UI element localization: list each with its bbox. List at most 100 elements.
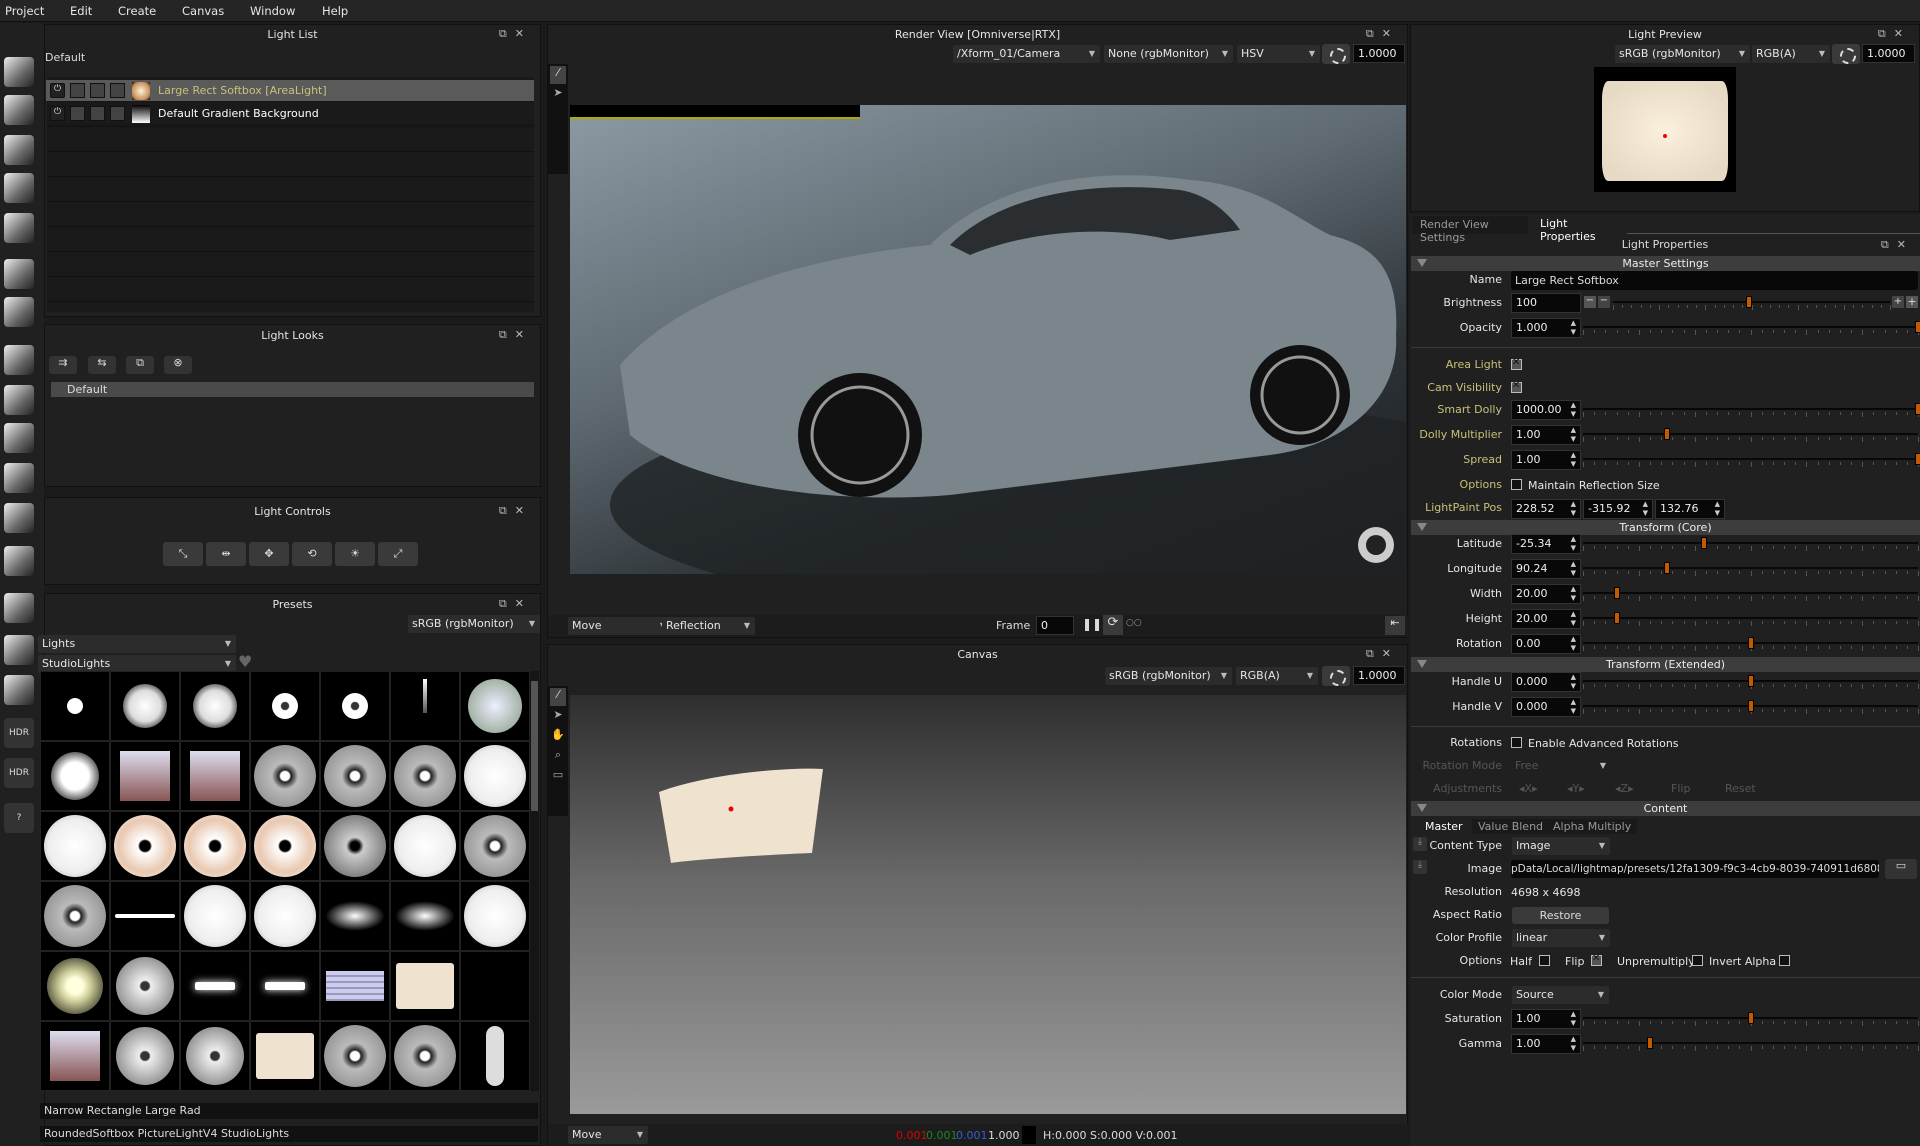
value-slider[interactable] — [1583, 562, 1919, 576]
preset-thumbnail[interactable] — [40, 741, 110, 811]
move-xy-control-icon[interactable]: ⤡ — [163, 542, 203, 566]
increase-button[interactable]: + — [1892, 296, 1904, 308]
folder-icon[interactable]: ▭ — [1885, 859, 1917, 879]
tool-icon-3[interactable] — [4, 135, 34, 165]
tool-icon-14[interactable] — [4, 593, 34, 623]
value-slider[interactable] — [1583, 612, 1919, 626]
preset-thumbnail[interactable] — [250, 951, 320, 1021]
preset-thumbnail[interactable] — [110, 1021, 180, 1091]
slider-thumb[interactable] — [1663, 562, 1670, 574]
slider-thumb[interactable] — [1747, 637, 1754, 649]
invert-alpha-checkbox[interactable] — [1779, 955, 1790, 966]
lightpaint-pos-field[interactable]: 228.52 ▲ ▼ — [1511, 499, 1581, 519]
power-icon[interactable]: ⏻ — [50, 106, 65, 121]
spinner-arrows-icon[interactable]: ▲ ▼ — [1571, 426, 1576, 444]
preview-channels-dropdown[interactable]: RGB(A) — [1752, 45, 1830, 63]
exposure-field[interactable]: 1.0000 — [1353, 44, 1405, 63]
property-value-field[interactable]: 0.000 ▲ ▼ — [1511, 672, 1581, 692]
pointer-tool-icon[interactable]: ➤ — [550, 86, 566, 104]
panel-float-close-buttons[interactable]: ⧉✕ — [499, 504, 532, 518]
spinner-arrows-icon[interactable]: ▲ ▼ — [1571, 451, 1576, 469]
select-icon[interactable] — [90, 83, 105, 98]
brightness-control-icon[interactable]: ☀ — [335, 542, 375, 566]
panel-float-close-buttons[interactable]: ⧉✕ — [499, 328, 532, 342]
value-slider[interactable] — [1583, 321, 1920, 335]
property-value-field[interactable]: 1000.00 ▲ ▼ — [1511, 400, 1581, 420]
menu-window[interactable]: Window — [250, 4, 295, 18]
preset-category-dropdown[interactable]: Lights — [38, 635, 236, 653]
section-header[interactable]: Content — [1411, 801, 1920, 816]
preset-thumbnail[interactable] — [180, 1021, 250, 1091]
preset-thumbnail[interactable] — [320, 881, 390, 951]
preset-thumbnail[interactable] — [460, 741, 530, 811]
preset-thumbnail[interactable] — [180, 951, 250, 1021]
preset-thumbnail[interactable] — [40, 671, 110, 741]
menu-help[interactable]: Help — [322, 4, 348, 18]
value-slider[interactable] — [1583, 637, 1919, 651]
decrease-button[interactable]: − — [1598, 296, 1610, 308]
aperture-icon[interactable] — [1322, 666, 1350, 686]
light-list-item[interactable]: ⏻ Large Rect Softbox [AreaLight] — [46, 80, 534, 102]
panel-float-close-buttons[interactable]: ⧉✕ — [499, 27, 532, 41]
spinner-arrows-icon[interactable]: ▲ ▼ — [1571, 319, 1576, 337]
canvas-color-space-dropdown[interactable]: sRGB (rgbMonitor) — [1105, 667, 1232, 685]
content-type-dropdown[interactable]: Image — [1512, 837, 1610, 855]
adjust-adj_z-stepper[interactable]: ◂Z▸ — [1615, 782, 1634, 795]
maintain-reflection-checkbox[interactable] — [1511, 479, 1522, 490]
property-value-field[interactable]: 1.00 ▲ ▼ — [1511, 450, 1581, 470]
cam-visibility-checkbox[interactable] — [1511, 380, 1522, 393]
tool-icon-7[interactable] — [4, 297, 34, 327]
refresh-icon[interactable]: ⟳ — [1103, 615, 1123, 635]
spinner-arrows-icon[interactable]: ▲ ▼ — [1571, 560, 1576, 578]
increase-large-button[interactable]: + — [1906, 296, 1918, 308]
duplicate-look-button[interactable]: ⇆ — [88, 356, 116, 374]
preset-thumbnail[interactable] — [180, 671, 250, 741]
spinner-arrows-icon[interactable]: ▲ ▼ — [1571, 1010, 1576, 1028]
frame-field[interactable]: 0 — [1036, 616, 1074, 635]
value-slider[interactable] — [1583, 1037, 1919, 1051]
slider-thumb[interactable] — [1613, 612, 1620, 624]
tool-icon-19[interactable]: ? — [4, 803, 34, 833]
half-checkbox[interactable] — [1539, 955, 1550, 966]
slider-thumb[interactable] — [1647, 1037, 1653, 1049]
pointer-tool-icon[interactable]: ➤ — [550, 708, 566, 726]
panel-float-close-buttons[interactable]: ⧉✕ — [499, 597, 532, 611]
power-icon[interactable]: ⏻ — [50, 83, 65, 98]
canvas-exposure-field[interactable]: 1.0000 — [1353, 666, 1405, 685]
preset-thumbnail[interactable] — [460, 951, 530, 1021]
slider-thumb[interactable] — [1700, 537, 1707, 549]
spinner-arrows-icon[interactable]: ▲ ▼ — [1571, 585, 1576, 603]
preset-thumbnail[interactable] — [180, 741, 250, 811]
preset-thumbnail[interactable] — [390, 881, 460, 951]
slider-thumb[interactable] — [1747, 1012, 1754, 1024]
property-value-field[interactable]: -25.34 ▲ ▼ — [1511, 534, 1581, 554]
look-item[interactable]: Default — [51, 382, 534, 397]
content-tab[interactable]: Master — [1419, 819, 1469, 834]
preset-thumbnail[interactable] — [320, 951, 390, 1021]
lock-icon[interactable] — [110, 83, 125, 98]
preset-thumbnail[interactable] — [180, 811, 250, 881]
preset-thumbnail[interactable] — [390, 811, 460, 881]
preset-thumbnail[interactable] — [250, 671, 320, 741]
tool-icon-8[interactable] — [4, 345, 34, 375]
property-value-field[interactable]: 1.00 ▲ ▼ — [1511, 1009, 1581, 1029]
tool-icon-2[interactable] — [4, 95, 34, 125]
solo-icon[interactable] — [70, 83, 85, 98]
brightness-slider[interactable] — [1613, 296, 1891, 310]
spinner-arrows-icon[interactable]: ▲ ▼ — [1571, 401, 1576, 419]
property-value-field[interactable]: 20.00 ▲ ▼ — [1511, 584, 1581, 604]
move-all-control-icon[interactable]: ✥ — [249, 542, 289, 566]
lightpaint-pos-field[interactable]: 132.76 ▲ ▼ — [1655, 499, 1725, 519]
move-horizontal-control-icon[interactable]: ⇹ — [206, 542, 246, 566]
tool-icon-18[interactable]: HDR — [4, 758, 34, 788]
property-value-field[interactable]: 0.00 ▲ ▼ — [1511, 634, 1581, 654]
panel-float-close-buttons[interactable]: ⧉✕ — [1878, 27, 1911, 41]
rotate-control-icon[interactable]: ⟲ — [292, 542, 332, 566]
preview-exposure-field[interactable]: 1.0000 — [1862, 44, 1915, 63]
preset-thumbnail[interactable] — [320, 1021, 390, 1091]
value-slider[interactable] — [1583, 1012, 1919, 1026]
favorite-heart-icon[interactable]: ♥ — [238, 652, 252, 671]
value-slider[interactable] — [1583, 675, 1919, 689]
aperture-icon[interactable] — [1322, 44, 1350, 64]
menu-project[interactable]: Project — [5, 4, 44, 18]
